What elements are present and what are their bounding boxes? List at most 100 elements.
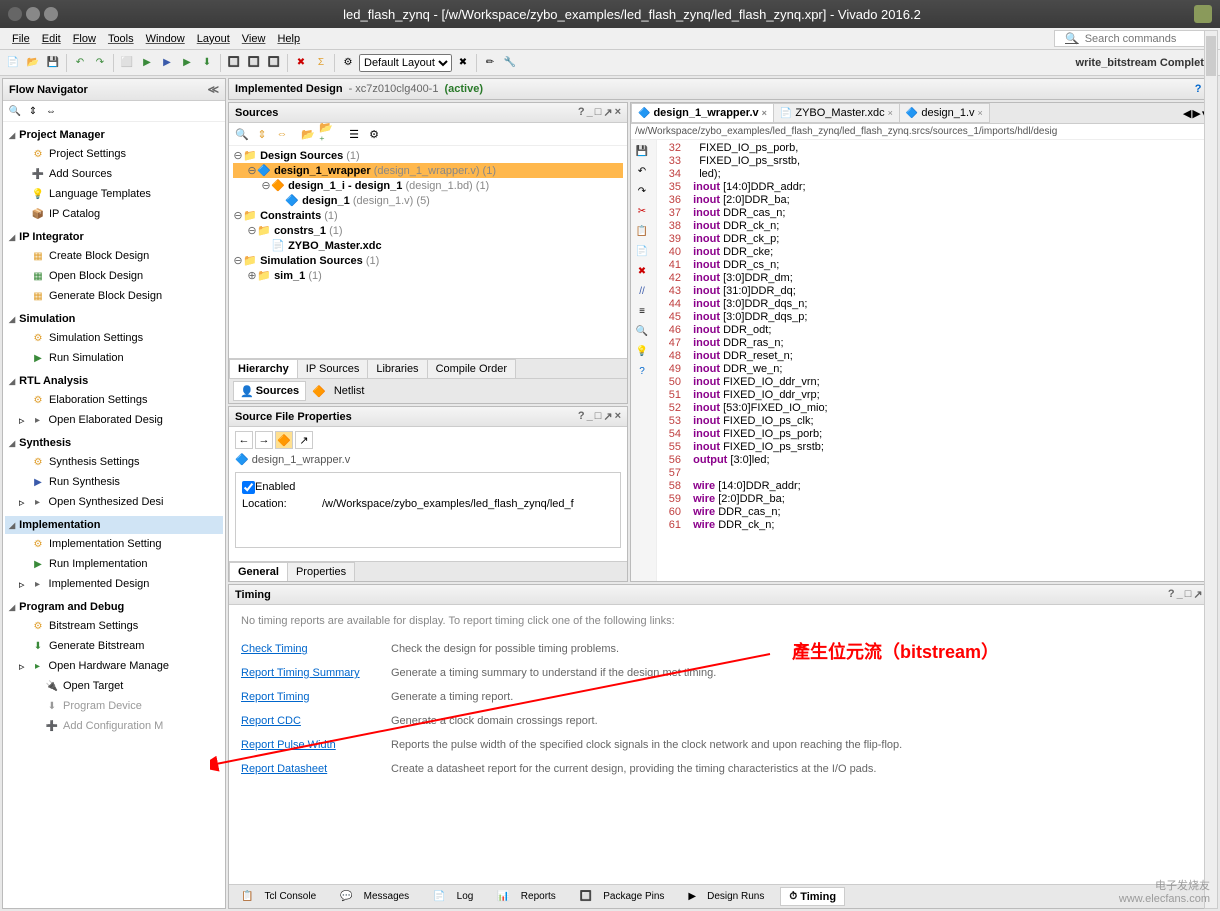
bulb-icon[interactable]: 💡 <box>633 342 651 360</box>
maximize-icon[interactable]: ↗ <box>603 106 612 119</box>
tree-node[interactable]: ⊖🔷 design_1_wrapper (design_1_wrapper.v)… <box>233 163 623 178</box>
editor-tab[interactable]: 🔷 design_1_wrapper.v × <box>631 103 774 123</box>
toolbar-icon[interactable]: ✏ <box>481 54 499 72</box>
toolbar-icon[interactable]: 🔧 <box>501 54 519 72</box>
subtab-netlist[interactable]: 🔶 Netlist <box>306 381 376 401</box>
forward-icon[interactable]: → <box>255 431 273 449</box>
search-commands[interactable]: 🔍 <box>1054 30 1214 47</box>
tab-libraries[interactable]: Libraries <box>367 359 427 378</box>
back-icon[interactable]: ← <box>235 431 253 449</box>
tree-node[interactable]: ⊖📁 constrs_1 (1) <box>233 223 623 238</box>
nav-item[interactable]: ⚙Elaboration Settings <box>5 390 223 410</box>
nav-item[interactable]: ▶Run Implementation <box>5 554 223 574</box>
layout-select[interactable]: Default Layout <box>359 54 452 72</box>
timing-link[interactable]: Report Pulse Width <box>241 739 391 751</box>
paste-icon[interactable]: 📄 <box>633 242 651 260</box>
search-input[interactable] <box>1085 33 1215 45</box>
nav-icon[interactable]: 🔶 <box>275 431 293 449</box>
subtab-sources[interactable]: 👤 Sources <box>233 381 306 401</box>
nav-item[interactable]: ⚙Bitstream Settings <box>5 616 223 636</box>
timing-link[interactable]: Report Timing Summary <box>241 667 391 679</box>
nav-group-header[interactable]: Program and Debug <box>5 598 223 616</box>
help-icon[interactable]: ? <box>1168 588 1175 601</box>
minimize-icon[interactable]: _ <box>587 106 593 119</box>
search-icon[interactable]: 🔍 <box>7 103 23 119</box>
timing-link[interactable]: Check Timing <box>241 643 391 655</box>
toolbar-icon[interactable]: ▶ <box>158 54 176 72</box>
save-icon[interactable]: 💾 <box>633 142 651 160</box>
copy-icon[interactable]: 📋 <box>633 222 651 240</box>
nav-item[interactable]: ▦Create Block Design <box>5 246 223 266</box>
delete-icon[interactable]: ✖ <box>633 262 651 280</box>
toolbar-icon[interactable]: ✖ <box>454 54 472 72</box>
nav-group-header[interactable]: Simulation <box>5 310 223 328</box>
find-icon[interactable]: 🔍 <box>633 322 651 340</box>
tab-compileorder[interactable]: Compile Order <box>427 359 517 378</box>
nav-item[interactable]: ⚙Simulation Settings <box>5 328 223 348</box>
timing-link[interactable]: Report CDC <box>241 715 391 727</box>
nav-item[interactable]: ▹▸Open Synthesized Desi <box>5 492 223 512</box>
toolbar-icon[interactable]: 🔲 <box>265 54 283 72</box>
nav-item[interactable]: ▦Open Block Design <box>5 266 223 286</box>
close-icon[interactable]: × <box>615 106 621 119</box>
add-icon[interactable]: 📂⁺ <box>319 125 337 143</box>
timing-link[interactable]: Report Timing <box>241 691 391 703</box>
next-icon[interactable]: ▶ <box>1192 107 1200 120</box>
editor-tab[interactable]: 🔷 design_1.v × <box>899 103 990 123</box>
add-icon[interactable]: 📂 <box>299 125 317 143</box>
close-icon[interactable]: × <box>615 410 621 423</box>
toolbar-icon[interactable]: 🔲 <box>245 54 263 72</box>
comment-icon[interactable]: // <box>633 282 651 300</box>
tree-node[interactable]: ⊕📁 sim_1 (1) <box>233 268 623 283</box>
toolbar-icon[interactable]: ▶ <box>138 54 156 72</box>
maximize-icon[interactable] <box>44 7 58 21</box>
restore-icon[interactable]: □ <box>1185 588 1192 601</box>
cut-icon[interactable]: ✂ <box>633 202 651 220</box>
nav-item[interactable]: ▹▸Open Elaborated Desig <box>5 410 223 430</box>
toolbar-icon[interactable]: ⚙ <box>339 54 357 72</box>
nav-icon[interactable]: ↗ <box>295 431 313 449</box>
menu-file[interactable]: File <box>6 33 36 45</box>
settings-icon[interactable]: ⇔ <box>43 103 59 119</box>
enabled-checkbox[interactable] <box>242 481 255 494</box>
open-icon[interactable]: 📂 <box>24 54 42 72</box>
tab-properties[interactable]: Properties <box>287 562 355 581</box>
toolbar-icon[interactable]: ⬜ <box>118 54 136 72</box>
minimize-icon[interactable]: _ <box>587 410 593 423</box>
nav-item[interactable]: ➕Add Configuration M <box>5 716 223 736</box>
tree-node[interactable]: 📄 ZYBO_Master.xdc <box>233 238 623 253</box>
toggle-icon[interactable]: ☰ <box>345 125 363 143</box>
nav-item[interactable]: ⬇Program Device <box>5 696 223 716</box>
undo-icon[interactable]: ↶ <box>633 162 651 180</box>
nav-item[interactable]: ⚙Project Settings <box>5 144 223 164</box>
menu-view[interactable]: View <box>236 33 272 45</box>
tree-node[interactable]: ⊖🔶 design_1_i - design_1 (design_1.bd) (… <box>233 178 623 193</box>
close-icon[interactable]: × <box>978 108 983 118</box>
toolbar-icon[interactable]: 🔲 <box>225 54 243 72</box>
collapse-icon[interactable]: ⇕ <box>253 125 271 143</box>
close-icon[interactable] <box>8 7 22 21</box>
tree-node[interactable]: ⊖📁 Design Sources (1) <box>233 148 623 163</box>
editor-tab[interactable]: 📄 ZYBO_Master.xdc × <box>773 103 900 123</box>
tree-node[interactable]: ⊖📁 Constraints (1) <box>233 208 623 223</box>
nav-item[interactable]: ▶Run Synthesis <box>5 472 223 492</box>
tab-general[interactable]: General <box>229 562 288 581</box>
tab-packagepins[interactable]: 🔲 Package Pins <box>572 887 681 906</box>
timing-link[interactable]: Report Datasheet <box>241 763 391 775</box>
minimize-icon[interactable] <box>26 7 40 21</box>
nav-item[interactable]: ⚙Synthesis Settings <box>5 452 223 472</box>
tab-ipsources[interactable]: IP Sources <box>297 359 369 378</box>
toggle-icon[interactable]: ≡ <box>633 302 651 320</box>
tab-reports[interactable]: 📊 Reports <box>489 887 571 906</box>
close-icon[interactable]: × <box>888 108 893 118</box>
help-icon[interactable]: ? <box>578 106 585 119</box>
help-icon[interactable]: ? <box>633 362 651 380</box>
save-icon[interactable]: 💾 <box>44 54 62 72</box>
nav-item[interactable]: 🔌Open Target <box>5 676 223 696</box>
tab-hierarchy[interactable]: Hierarchy <box>229 359 298 378</box>
maximize-icon[interactable]: ↗ <box>603 410 612 423</box>
nav-group-header[interactable]: IP Integrator <box>5 228 223 246</box>
nav-item[interactable]: ▦Generate Block Design <box>5 286 223 306</box>
menu-help[interactable]: Help <box>271 33 306 45</box>
nav-item[interactable]: 💡Language Templates <box>5 184 223 204</box>
